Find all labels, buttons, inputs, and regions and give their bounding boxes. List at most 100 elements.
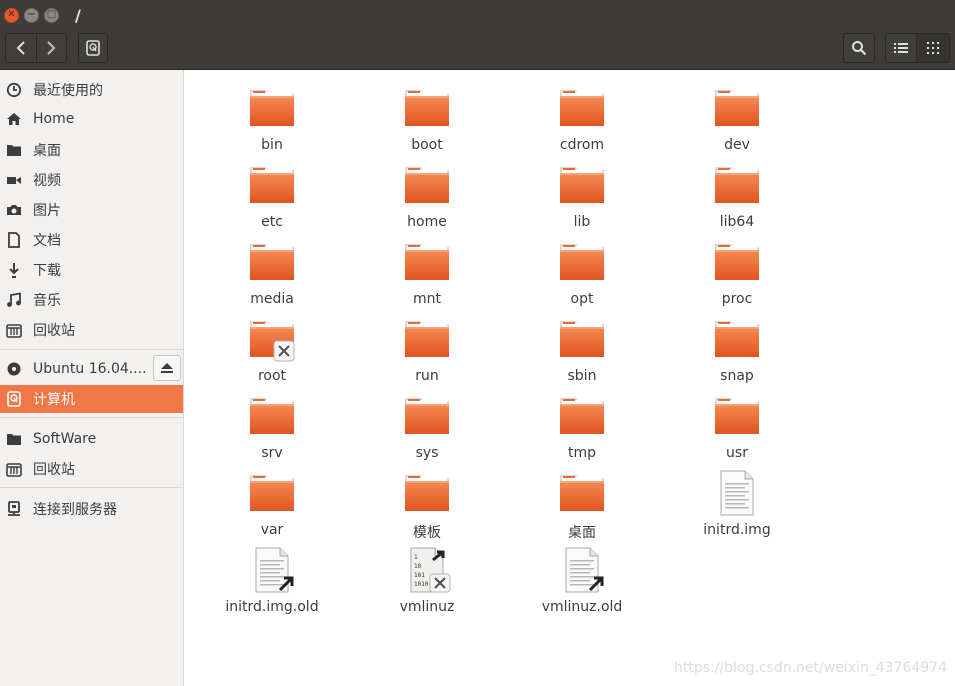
file-item[interactable]: initrd.img xyxy=(672,469,802,541)
window-title: / xyxy=(75,5,81,25)
file-item[interactable]: proc xyxy=(672,238,802,310)
close-window-button[interactable]: ✕ xyxy=(4,7,19,23)
folder-icon xyxy=(248,392,296,440)
sidebar-item-label: 连接到服务器 xyxy=(33,501,117,518)
file-item[interactable]: etc xyxy=(207,161,337,233)
sidebar-item-label: 音乐 xyxy=(33,292,61,309)
file-item[interactable]: media xyxy=(207,238,337,310)
file-name: bin xyxy=(261,137,283,153)
back-button[interactable] xyxy=(6,34,36,62)
sidebar-item-desktop[interactable]: 桌面 xyxy=(0,136,183,163)
forward-button[interactable] xyxy=(35,34,66,62)
file-item[interactable]: snap xyxy=(672,315,802,387)
computer-drive-icon xyxy=(86,40,100,56)
file-item[interactable]: lib64 xyxy=(672,161,802,233)
sidebar-item-downloads[interactable]: 下载 xyxy=(0,256,183,283)
file-name: vmlinuz xyxy=(399,599,455,615)
file-name: initrd.img xyxy=(703,522,771,538)
sidebar-item-trash[interactable]: 回收站 xyxy=(0,316,183,343)
folder-icon xyxy=(6,431,22,447)
sidebar-item-computer[interactable]: 计算机 xyxy=(0,385,183,413)
sidebar-item-trash-2[interactable]: 回收站 xyxy=(0,455,183,482)
sidebar-item-label: 最近使用的 xyxy=(33,82,103,99)
sidebar-item-documents[interactable]: 文档 xyxy=(0,226,183,253)
sidebar-item-pictures[interactable]: 图片 xyxy=(0,196,183,223)
file-item[interactable]: vmlinuz.old xyxy=(517,546,647,618)
recent-icon xyxy=(6,82,22,98)
sidebar-separator xyxy=(0,487,183,488)
file-item[interactable]: usr xyxy=(672,392,802,464)
sidebar-item-software[interactable]: SoftWare xyxy=(0,425,183,452)
file-name: dev xyxy=(724,137,750,153)
svg-text:1: 1 xyxy=(414,554,418,561)
sidebar-item-music[interactable]: 音乐 xyxy=(0,286,183,313)
file-item[interactable]: sbin xyxy=(517,315,647,387)
file-item[interactable]: opt xyxy=(517,238,647,310)
folder-icon xyxy=(403,315,451,363)
maximize-window-button[interactable]: □ xyxy=(44,7,59,23)
file-item[interactable]: boot xyxy=(362,84,492,156)
trash-icon xyxy=(6,322,22,338)
file-name: vmlinuz.old xyxy=(541,599,623,615)
file-item[interactable]: dev xyxy=(672,84,802,156)
file-item[interactable]: tmp xyxy=(517,392,647,464)
file-item[interactable]: root xyxy=(207,315,337,387)
file-item[interactable]: initrd.img.old xyxy=(207,546,337,618)
file-item[interactable]: var xyxy=(207,469,337,541)
grid-view-icon xyxy=(927,42,939,54)
file-item[interactable]: run xyxy=(362,315,492,387)
file-name: lib xyxy=(573,214,591,230)
file-item[interactable]: home xyxy=(362,161,492,233)
file-item[interactable]: 桌面 xyxy=(517,469,647,541)
folder-icon xyxy=(248,161,296,209)
file-item[interactable]: mnt xyxy=(362,238,492,310)
camera-icon xyxy=(6,202,22,218)
folder-icon xyxy=(713,238,761,286)
file-item[interactable]: srv xyxy=(207,392,337,464)
sidebar-item-recent[interactable]: 最近使用的 xyxy=(0,76,183,103)
file-name: lib64 xyxy=(719,214,755,230)
file-item[interactable]: sys xyxy=(362,392,492,464)
file-name: usr xyxy=(726,445,748,461)
toolbar xyxy=(0,30,955,70)
folder-icon xyxy=(403,469,451,517)
title-bar: ✕ − □ / xyxy=(0,0,955,30)
minimize-window-button[interactable]: − xyxy=(24,7,39,23)
download-icon xyxy=(6,262,22,278)
sidebar-item-label: Home xyxy=(33,110,75,127)
grid-view-button[interactable] xyxy=(916,33,950,63)
file-name: opt xyxy=(570,291,594,307)
sidebar-item-label: Ubuntu 16.04.... xyxy=(33,360,147,377)
text-file-icon xyxy=(713,469,761,517)
search-button[interactable] xyxy=(843,33,875,63)
nav-buttons xyxy=(5,33,67,63)
folder-icon xyxy=(558,84,606,132)
sidebar-item-videos[interactable]: 视频 xyxy=(0,166,183,193)
list-view-button[interactable] xyxy=(885,33,917,63)
file-item[interactable]: cdrom xyxy=(517,84,647,156)
music-icon xyxy=(6,291,22,308)
folder-icon xyxy=(403,392,451,440)
sidebar-item-home[interactable]: Home xyxy=(0,105,183,132)
folder-icon xyxy=(403,84,451,132)
sidebar-item-label: 回收站 xyxy=(33,461,75,478)
sidebar: 最近使用的 Home 桌面 视频 图片 文档 下载 音乐 回收站 Ubuntu … xyxy=(0,70,184,686)
chevron-right-icon xyxy=(47,41,56,55)
file-name: mnt xyxy=(413,291,441,307)
file-item[interactable]: bin xyxy=(207,84,337,156)
file-item[interactable]: 1 10 101 1010 vmlinuz xyxy=(362,546,492,618)
eject-button[interactable] xyxy=(153,355,181,381)
file-name: proc xyxy=(721,291,753,307)
svg-text:101: 101 xyxy=(414,572,425,579)
server-icon xyxy=(6,500,22,517)
file-item[interactable]: lib xyxy=(517,161,647,233)
sidebar-item-connect-server[interactable]: 连接到服务器 xyxy=(0,495,183,522)
file-item[interactable]: 模板 xyxy=(362,469,492,541)
svg-text:1010: 1010 xyxy=(414,581,429,588)
folder-icon xyxy=(6,142,22,158)
file-name: tmp xyxy=(567,445,596,461)
computer-icon xyxy=(6,391,22,407)
sidebar-item-label: SoftWare xyxy=(33,430,97,447)
location-computer-button[interactable] xyxy=(78,33,108,63)
folder-icon xyxy=(558,315,606,363)
